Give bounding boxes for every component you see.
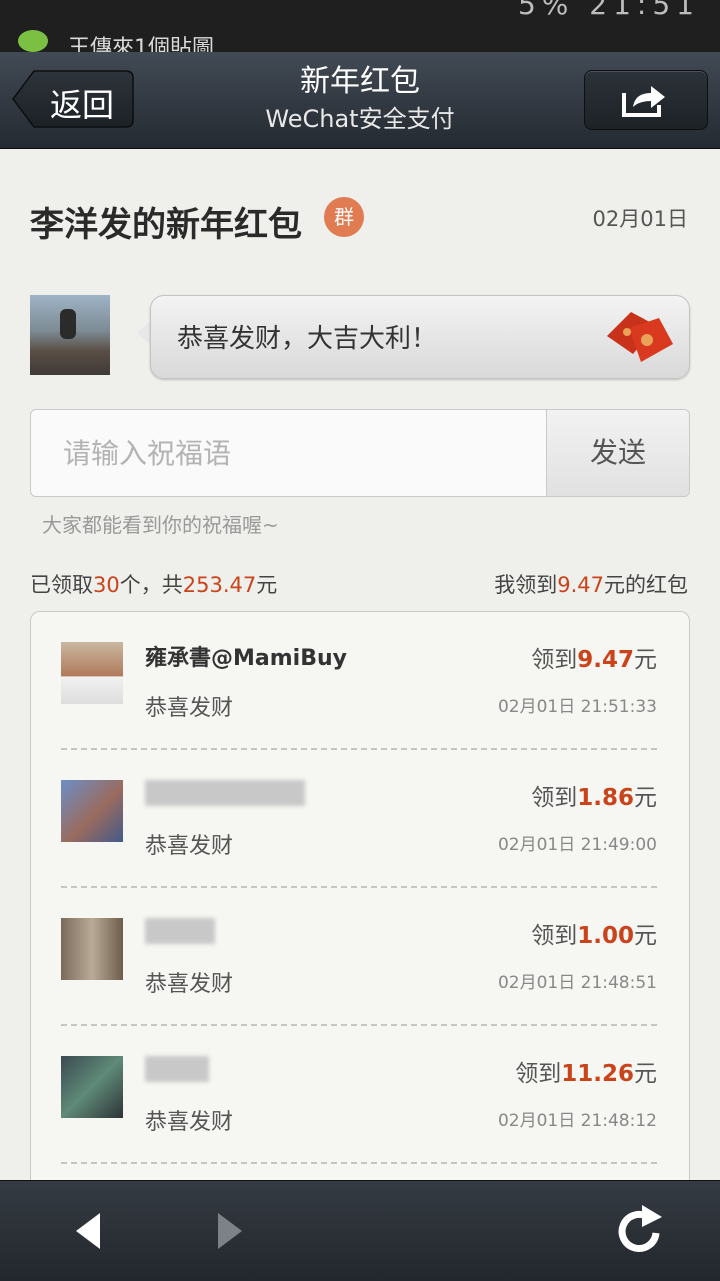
receiver-blessing: 恭喜发财 (145, 696, 234, 721)
receive-time: 02月01日 21:48:51 (497, 973, 657, 993)
sender-avatar[interactable] (30, 295, 110, 375)
content-area: 李洋发的新年红包 群 02月01日 恭喜发财，大吉大利！ 发送 大家都能看到你的… (0, 149, 720, 1180)
red-envelope-icon (607, 312, 673, 362)
receiver-name-blurred (145, 1056, 209, 1082)
share-button[interactable] (584, 70, 708, 130)
list-item[interactable]: 雍承書@MamiBuy 领到9.47元 恭喜发财 02月01日 21:51:33 (31, 612, 689, 750)
status-icons: 5% 21:51 (517, 0, 700, 21)
input-hint: 大家都能看到你的祝福喔~ (42, 513, 279, 537)
avatar (61, 780, 123, 842)
page-subtitle: WeChat安全支付 (265, 105, 455, 133)
blessing-input[interactable] (31, 410, 579, 496)
receiver-amount: 领到1.86元 (531, 785, 657, 811)
page-title: 新年红包 (300, 64, 420, 99)
my-amount: 9.47 (557, 573, 604, 597)
list-item[interactable]: 领到1.86元 恭喜发财 02月01日 21:49:00 (31, 750, 689, 888)
receive-time: 02月01日 21:48:12 (497, 1111, 657, 1131)
list-item[interactable]: 领到1.00元 恭喜发财 02月01日 21:48:51 (31, 888, 689, 1026)
group-badge: 群 (324, 197, 364, 237)
refresh-icon[interactable] (612, 1203, 672, 1259)
avatar (61, 642, 123, 704)
receiver-blessing: 恭喜发财 (145, 834, 234, 859)
back-label: 返回 (50, 86, 115, 124)
receiver-amount: 领到9.47元 (531, 647, 657, 673)
title-bar: 返回 新年红包 WeChat安全支付 (0, 52, 720, 149)
status-bar: 王傳來1個貼圖 5% 21:51 (0, 0, 720, 52)
prev-arrow-icon[interactable] (66, 1203, 126, 1259)
my-amount-summary: 我领到9.47元的红包 (494, 573, 688, 597)
receive-time: 02月01日 21:51:33 (497, 697, 657, 717)
received-total: 253.47 (182, 573, 257, 597)
received-summary: 已领取30个，共253.47元 (30, 573, 278, 597)
share-icon (622, 86, 665, 117)
message-bubble: 恭喜发财，大吉大利！ (150, 295, 690, 379)
receiver-name: 雍承書@MamiBuy (145, 646, 347, 671)
red-packet-date: 02月01日 (592, 207, 688, 231)
receiver-blessing: 恭喜发财 (145, 1110, 234, 1135)
next-arrow-icon[interactable] (200, 1203, 260, 1259)
receive-time: 02月01日 21:49:00 (497, 835, 657, 855)
wechat-icon (18, 30, 48, 52)
back-button[interactable]: 返回 (12, 70, 134, 128)
bubble-tail (137, 321, 151, 345)
blessing-message: 恭喜发财，大吉大利！ (177, 324, 438, 354)
send-button[interactable]: 发送 (546, 410, 689, 496)
receivers-list: 雍承書@MamiBuy 领到9.47元 恭喜发财 02月01日 21:51:33… (30, 611, 690, 1180)
list-item[interactable]: 领到11.26元 恭喜发财 02月01日 21:48:12 (31, 1026, 689, 1164)
notification-text: 王傳來1個貼圖 (68, 36, 214, 52)
receiver-blessing: 恭喜发财 (145, 972, 234, 997)
avatar (61, 918, 123, 980)
received-count: 30 (93, 573, 120, 597)
avatar (61, 1056, 123, 1118)
divider (61, 1162, 657, 1164)
receiver-name-blurred (145, 780, 305, 806)
blessing-input-box: 发送 (30, 409, 690, 497)
receiver-name-blurred (145, 918, 215, 944)
receiver-amount: 领到11.26元 (515, 1061, 657, 1087)
receiver-amount: 领到1.00元 (531, 923, 657, 949)
bottom-toolbar (0, 1180, 720, 1281)
red-packet-title: 李洋发的新年红包 (30, 205, 302, 245)
